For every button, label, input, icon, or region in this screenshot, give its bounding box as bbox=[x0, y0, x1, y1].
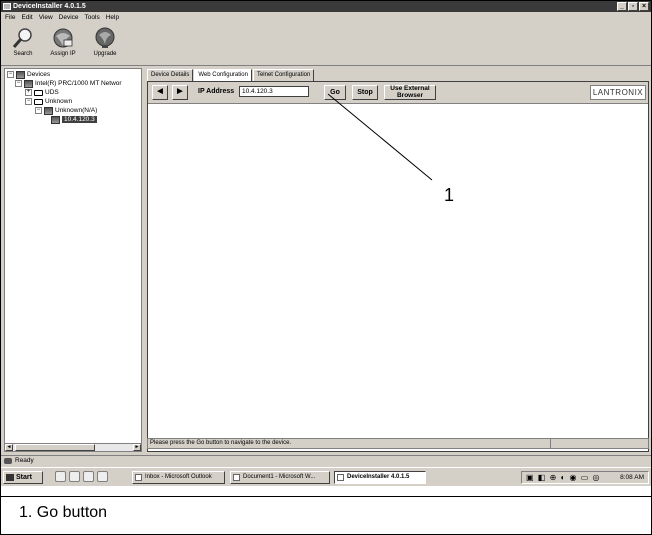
callout-number: 1 bbox=[444, 185, 455, 205]
callout-leader-line bbox=[327, 93, 433, 181]
figure-caption: 1. Go button bbox=[19, 504, 108, 521]
caption-divider bbox=[0, 496, 652, 497]
